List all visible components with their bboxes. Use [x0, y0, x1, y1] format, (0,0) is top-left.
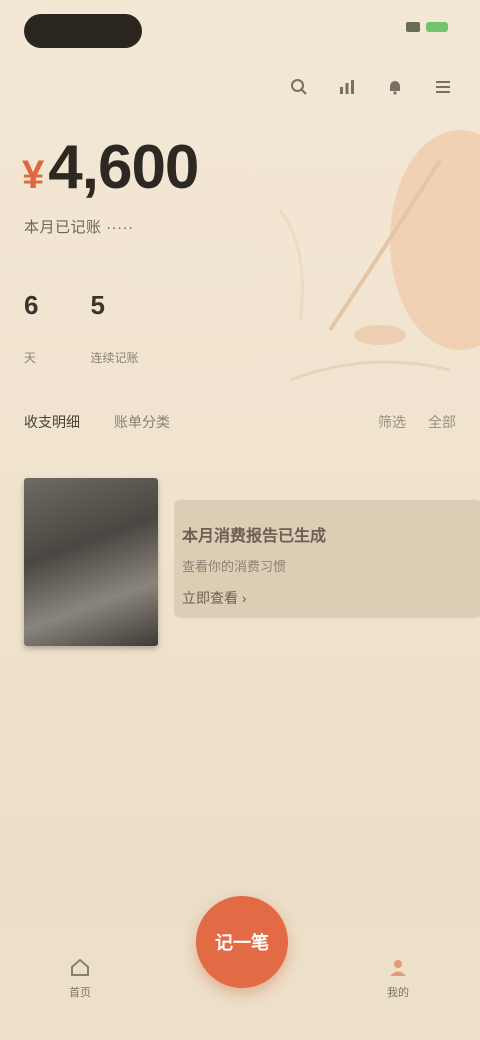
app-screen: ¥ 4,600 本月已记账 ····· 6 天 5 连续记账 收支明细 账单分类… [0, 0, 480, 1040]
stat-days: 6 天 [24, 290, 38, 366]
all-button[interactable]: 全部 [428, 412, 456, 432]
bell-icon[interactable] [382, 74, 408, 100]
menu-icon[interactable] [430, 74, 456, 100]
report-card[interactable]: 本月消费报告已生成 查看你的消费习惯 立即查看 › [24, 478, 480, 646]
signal-icon [406, 22, 420, 32]
nav-home[interactable]: 首页 [40, 956, 120, 1000]
card-view-link[interactable]: 立即查看 › [182, 588, 247, 608]
user-icon [390, 960, 406, 976]
card-title: 本月消费报告已生成 [182, 528, 327, 545]
nav-home-label: 首页 [69, 987, 91, 999]
tab-categories[interactable]: 账单分类 [114, 412, 170, 432]
stats-row: 6 天 5 连续记账 [24, 290, 138, 366]
dynamic-island [24, 14, 142, 48]
filter-button[interactable]: 筛选 [378, 412, 406, 432]
balance-value: 4,600 [48, 133, 199, 202]
card-subtitle: 查看你的消费习惯 [182, 559, 287, 574]
card-thumbnail [24, 478, 158, 646]
nav-me-label: 我的 [387, 987, 409, 999]
stat-value: 6 [24, 290, 39, 320]
add-record-button[interactable]: 记一笔 [196, 896, 288, 988]
fab-label: 记一笔 [215, 933, 269, 953]
tab-bar: 收支明细 账单分类 [24, 412, 170, 432]
tab-actions: 筛选 全部 [378, 412, 456, 432]
search-icon[interactable] [286, 74, 312, 100]
stat-label: 天 [24, 351, 37, 365]
decorative-illustration [278, 130, 480, 382]
top-toolbar [286, 74, 456, 100]
currency-symbol: ¥ [22, 153, 45, 197]
nav-me[interactable]: 我的 [358, 956, 438, 1000]
tab-transactions[interactable]: 收支明细 [24, 412, 80, 432]
stat-label: 连续记账 [90, 351, 139, 365]
status-indicators [406, 22, 448, 32]
balance-amount: ¥ 4,600 [22, 132, 199, 203]
stat-value: 5 [90, 290, 105, 320]
battery-icon [426, 22, 448, 32]
chart-icon[interactable] [334, 74, 360, 100]
status-bar [0, 0, 480, 62]
balance-subtitle: 本月已记账 ····· [24, 219, 134, 236]
stat-streak: 5 连续记账 [90, 290, 138, 366]
home-icon [71, 958, 89, 976]
